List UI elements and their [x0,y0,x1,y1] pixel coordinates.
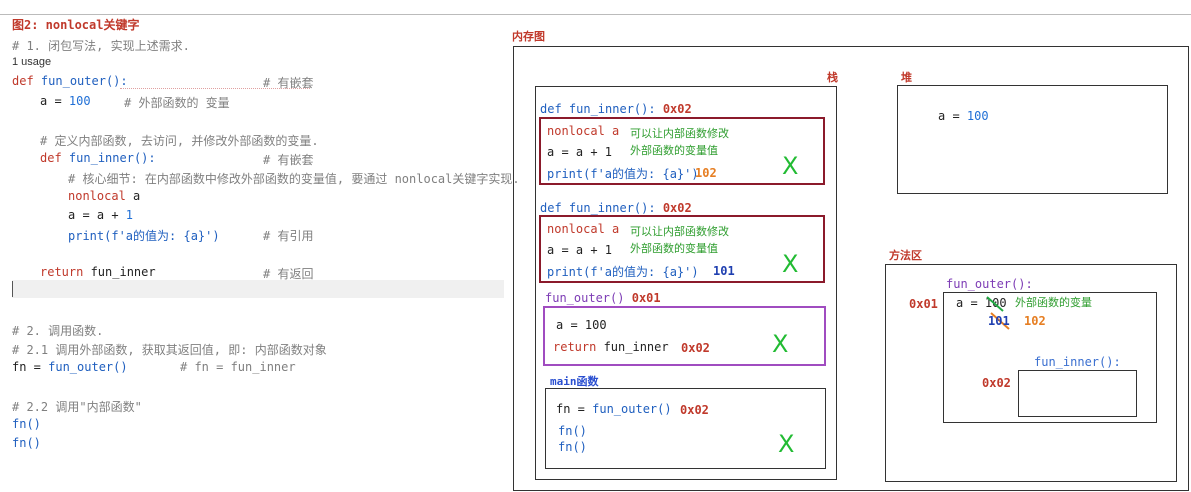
method-a-note: 外部函数的变量 [1015,296,1092,309]
heap-area [897,85,1168,194]
code-comment-21: # 2.1 调用外部函数, 获取其返回值, 即: 内部函数对象 [12,343,327,357]
frame2-cross-mark: X [782,250,799,278]
method-v102: 102 [1024,314,1046,328]
frame1-header: def fun_inner(): 0x02 [540,102,692,116]
stack-label: 栈 [827,71,838,84]
frame1-result: 102 [695,166,717,180]
method-area-label: 方法区 [889,249,922,262]
code-comment-inner: # 定义内部函数, 去访问, 并修改外部函数的变量. [40,134,319,148]
frame1-cross-mark: X [782,152,799,180]
top-divider [0,14,1191,15]
heap-label: 堆 [901,71,912,84]
method-inner-addr: 0x02 [982,376,1011,390]
frame2-note-1: 可以让内部函数修改 [630,225,729,238]
code-line-def-inner: def fun_inner(): [40,151,156,165]
frame2-header: def fun_inner(): 0x02 [540,201,692,215]
method-outer-label: fun_outer(): [946,277,1033,291]
frame2-note-2: 外部函数的变量值 [630,242,718,255]
frame2-nonlocal: nonlocal a [547,222,620,236]
outer-frame-header: fun_outer() 0x01 [545,291,661,305]
keyword-def: def [12,74,34,88]
code-comment-a: # 外部函数的 变量 [124,96,230,110]
method-outer-addr: 0x01 [909,297,938,311]
frame2-inc: a = a + 1 [547,243,613,257]
text-cursor [12,281,13,297]
frame2-print: print(f'a的值为: {a}') [547,265,699,279]
method-inner-box [1018,370,1137,417]
method-inner-label: fun_inner(): [1034,355,1121,369]
main-frame-call-2: fn() [558,440,587,454]
main-frame-header: main函数 [550,375,599,388]
code-line-nonlocal: nonlocal a [68,189,141,203]
frame1-inc: a = a + 1 [547,145,613,159]
frame1-note-1: 可以让内部函数修改 [630,127,729,140]
value-100: 100 [68,94,91,108]
method-v101: 101 [988,314,1010,328]
code-comment-inner-nest: # 有嵌套 [263,153,314,167]
strike-green [986,296,1004,312]
frame1-note-2: 外部函数的变量值 [630,144,718,157]
code-line-call-2: fn() [12,436,41,450]
heap-a: a = 100 [938,109,989,123]
outer-frame-cross-mark: X [772,330,789,358]
code-comment-22: # 2.2 调用"内部函数" [12,400,142,414]
code-line-a-inc: a = a + 1 [68,208,134,222]
memory-title: 内存图 [512,30,545,43]
current-line-highlight[interactable] [12,280,504,298]
main-frame-call-1: fn() [558,424,587,438]
code-comment-2: # 2. 调用函数. [12,324,104,338]
code-line-a-assign: a = 100 [40,94,91,108]
func-name-outer: fun_outer(): [40,74,128,88]
code-line-call-1: fn() [12,417,41,431]
outer-frame-a: a = 100 [556,318,607,332]
squiggle-underline [120,88,310,89]
frame1-nonlocal: nonlocal a [547,124,620,138]
outer-frame-return-addr: 0x02 [681,341,710,355]
usage-hint[interactable]: 1 usage [12,56,51,68]
code-comment-fn: # fn = fun_inner [180,360,296,374]
outer-frame-return: return fun_inner [553,340,669,354]
code-comment-core: # 核心细节: 在内部函数中修改外部函数的变量值, 要通过 nonlocal关键… [68,172,520,186]
code-line-fn-assign: fn = fun_outer() [12,360,128,374]
frame2-result: 101 [713,264,735,278]
page-title: 图2: nonlocal关键字 [12,18,140,32]
code-line-print: print(f'a的值为: {a}') [68,229,220,243]
frame1-print: print(f'a的值为: {a}') [547,167,699,181]
main-frame-fn-assign: fn = fun_outer() [556,402,672,416]
code-comment-print: # 有引用 [263,229,314,243]
code-line-def-outer: def fun_outer(): [12,74,128,88]
main-frame-fn-addr: 0x02 [680,403,709,417]
code-line-return: return fun_inner [40,265,156,279]
code-comment-1: # 1. 闭包写法, 实现上述需求. [12,39,190,53]
main-frame-cross-mark: X [778,430,795,458]
